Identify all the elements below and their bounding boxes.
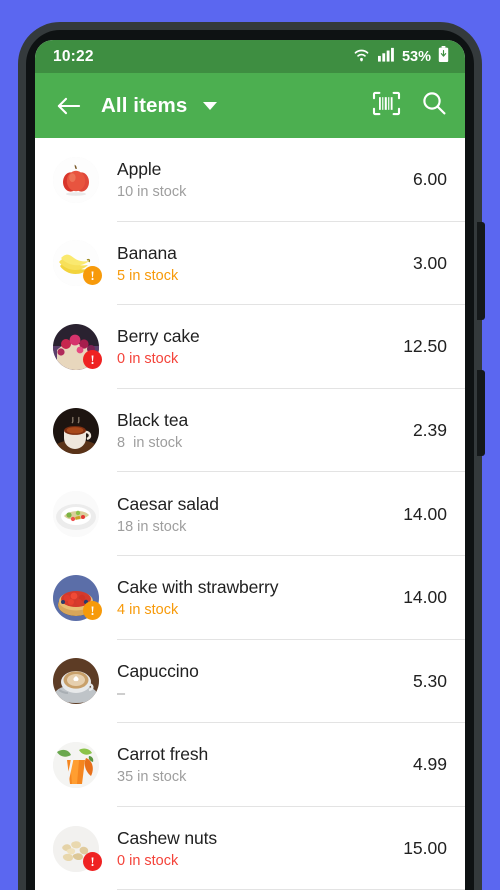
status-bar: 10:22 53% xyxy=(35,40,465,73)
row-text: Black tea 8 in stock xyxy=(117,410,413,451)
cellular-signal-icon xyxy=(377,47,395,67)
item-stock: 0 in stock xyxy=(117,853,179,870)
row-text: Cashew nuts 0 in stock xyxy=(117,828,403,869)
table-row[interactable]: ! Caesar salad 18 in stock 14.00 xyxy=(35,472,465,556)
item-price: 4.99 xyxy=(412,754,447,775)
table-row[interactable]: ! Carrot fresh 35 in stock 4.99 xyxy=(35,723,465,807)
item-price: 6.00 xyxy=(412,169,447,190)
row-text: Caesar salad 18 in stock xyxy=(117,494,403,535)
item-stock: 18 in stock xyxy=(117,518,187,535)
row-text: Banana 5 in stock xyxy=(117,243,413,284)
item-name: Banana xyxy=(117,242,177,263)
item-stock: 35 in stock xyxy=(117,769,187,786)
stock-warning-badge: ! xyxy=(83,266,102,286)
app-bar: All items xyxy=(35,73,465,138)
item-stock: 0 in stock xyxy=(117,351,179,368)
item-name: Cake with strawberry xyxy=(117,577,279,598)
thumbnail-wrap: ! xyxy=(53,323,102,370)
item-stock: 5 in stock xyxy=(117,267,179,284)
apple-thumbnail xyxy=(53,156,99,203)
page-root: 10:22 53% All items Apple 10 in stock 6.… xyxy=(0,0,500,890)
table-row[interactable]: ! Banana 5 in stock 3.00 xyxy=(35,222,465,306)
row-text: Cake with strawberry 4 in stock xyxy=(117,577,403,618)
thumbnail-wrap: ! xyxy=(53,240,102,287)
item-name: Black tea xyxy=(117,410,189,431)
table-row[interactable]: ! Berry cake 0 in stock 12.50 xyxy=(35,305,465,389)
wifi-icon xyxy=(352,47,371,67)
capuccino-thumbnail xyxy=(53,658,99,705)
status-time: 10:22 xyxy=(53,47,94,65)
table-row[interactable]: ! Apple 10 in stock 6.00 xyxy=(35,138,465,222)
app-bar-actions xyxy=(372,90,451,121)
item-stock: 8 in stock xyxy=(117,435,183,452)
item-name: Cashew nuts xyxy=(117,828,218,849)
black-tea-thumbnail xyxy=(53,407,99,454)
barcode-scan-icon[interactable] xyxy=(372,91,401,121)
carrot-fresh-thumbnail xyxy=(53,741,99,788)
thumbnail-wrap: ! xyxy=(53,741,99,788)
back-button[interactable] xyxy=(51,89,85,123)
table-row[interactable]: ! Black tea 8 in stock 2.39 xyxy=(35,389,465,473)
thumbnail-wrap: ! xyxy=(53,407,99,454)
item-stock: 4 in stock xyxy=(117,602,179,619)
page-title: All items xyxy=(101,93,188,117)
stock-warning-badge: ! xyxy=(83,600,102,620)
chevron-down-icon[interactable] xyxy=(203,101,218,110)
item-name: Caesar salad xyxy=(117,493,219,514)
thumbnail-wrap: ! xyxy=(53,574,102,621)
battery-percent-label: 53% xyxy=(401,48,431,65)
row-text: Capuccino – xyxy=(117,661,413,702)
thumbnail-wrap: ! xyxy=(53,825,102,872)
phone-screen: 10:22 53% All items Apple 10 in stock 6.… xyxy=(35,40,465,890)
item-price: 2.39 xyxy=(412,420,447,441)
thumbnail-wrap: ! xyxy=(53,658,99,705)
table-row[interactable]: ! Cake with strawberry 4 in stock 14.00 xyxy=(35,556,465,640)
item-price: 12.50 xyxy=(403,336,447,357)
item-price: 15.00 xyxy=(403,838,447,859)
status-icons: 53% xyxy=(352,46,449,67)
stock-warning-badge: ! xyxy=(83,851,102,871)
power-button[interactable] xyxy=(477,370,485,456)
item-name: Capuccino xyxy=(117,660,199,681)
item-price: 3.00 xyxy=(412,252,447,273)
item-stock: 10 in stock xyxy=(117,184,187,201)
item-name: Carrot fresh xyxy=(117,744,209,765)
row-text: Berry cake 0 in stock xyxy=(117,326,403,367)
item-name: Apple xyxy=(117,159,162,180)
search-icon[interactable] xyxy=(421,90,447,121)
item-stock: – xyxy=(117,685,126,702)
thumbnail-wrap: ! xyxy=(53,491,99,538)
table-row[interactable]: ! Capuccino – 5.30 xyxy=(35,640,465,724)
battery-icon xyxy=(438,46,449,67)
item-name: Berry cake xyxy=(117,326,200,347)
volume-button[interactable] xyxy=(477,222,485,320)
back-arrow-icon xyxy=(57,97,80,114)
item-price: 14.00 xyxy=(403,587,447,608)
row-text: Apple 10 in stock xyxy=(117,159,413,200)
table-row[interactable]: ! Cashew nuts 0 in stock 15.00 xyxy=(35,807,465,890)
caesar-salad-thumbnail xyxy=(53,491,99,538)
thumbnail-wrap: ! xyxy=(53,156,99,203)
item-price: 14.00 xyxy=(403,503,447,524)
row-text: Carrot fresh 35 in stock xyxy=(117,744,413,785)
stock-warning-badge: ! xyxy=(83,349,102,369)
item-price: 5.30 xyxy=(412,670,447,691)
item-list: ! Apple 10 in stock 6.00 xyxy=(35,138,465,890)
